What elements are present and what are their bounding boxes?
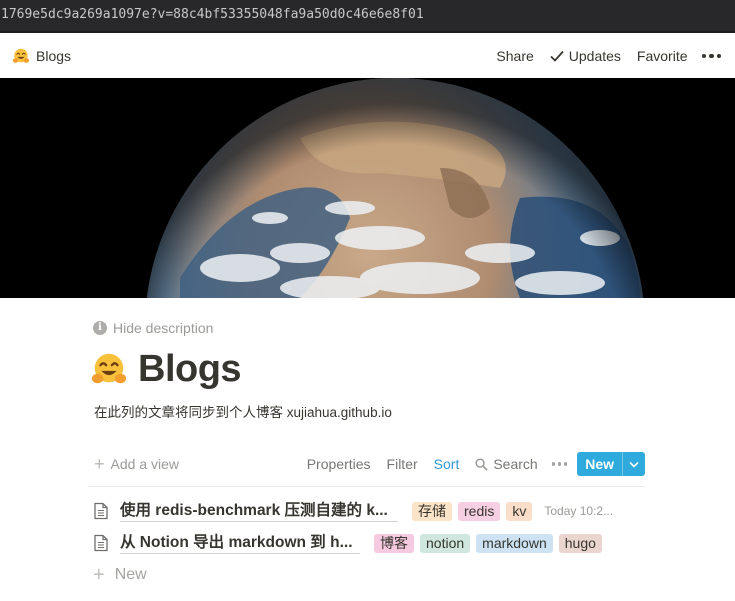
tag: redis — [458, 501, 501, 521]
hugging-face-icon[interactable] — [90, 350, 128, 388]
document-icon — [94, 502, 108, 520]
filter-button[interactable]: Filter — [379, 456, 426, 472]
hugging-face-icon — [12, 48, 30, 63]
page-header: Blogs — [90, 346, 242, 392]
row-title[interactable]: 使用 redis-benchmark 压测自建的 k... — [120, 501, 398, 522]
new-row-label: New — [114, 566, 147, 583]
add-view-button[interactable]: + Add a view — [88, 455, 179, 473]
search-button[interactable]: Search — [467, 456, 545, 472]
address-bar[interactable]: 1769e5dc9a269a1097e?v=88c4bf53355048fa9a… — [0, 0, 735, 33]
favorite-button[interactable]: Favorite — [629, 48, 696, 64]
updates-label: Updates — [568, 48, 621, 64]
new-row-button[interactable]: + New — [88, 562, 147, 588]
page-title[interactable]: Blogs — [138, 348, 242, 391]
list-item[interactable]: 使用 redis-benchmark 压测自建的 k... 存储 redis k… — [88, 496, 645, 526]
cover-image[interactable] — [0, 78, 735, 298]
row-title[interactable]: 从 Notion 导出 markdown 到 h... — [120, 533, 360, 554]
tag: 存储 — [412, 501, 452, 521]
search-icon — [475, 457, 489, 471]
row-date: Today 10:2... — [544, 504, 614, 518]
breadcrumb-title: Blogs — [36, 48, 72, 64]
url-text: 1769e5dc9a269a1097e?v=88c4bf53355048fa9a… — [1, 7, 424, 22]
chevron-down-icon[interactable] — [622, 452, 645, 476]
list-item[interactable]: 从 Notion 导出 markdown 到 h... 博客 notion ma… — [88, 528, 645, 558]
info-icon: i — [93, 321, 107, 335]
new-button[interactable]: New — [577, 452, 645, 476]
new-button-label: New — [585, 456, 614, 472]
page-topbar: Blogs Share Updates Favorite — [0, 33, 735, 78]
hide-description-button[interactable]: i Hide description — [93, 319, 213, 337]
breadcrumb[interactable]: Blogs — [12, 45, 71, 67]
top-actions: Share Updates Favorite — [488, 45, 725, 67]
tag: 博客 — [374, 533, 414, 553]
updates-button[interactable]: Updates — [542, 48, 629, 64]
favorite-label: Favorite — [636, 48, 688, 64]
hide-description-label: Hide description — [113, 320, 214, 336]
plus-icon: + — [93, 564, 105, 586]
page-description[interactable]: 在此列的文章将同步到个人博客 xujiahua.github.io — [94, 401, 392, 421]
tag: markdown — [476, 533, 553, 553]
document-icon — [94, 534, 108, 552]
toolbar-divider — [88, 486, 645, 487]
share-label: Share — [496, 48, 534, 64]
earth-image — [0, 78, 735, 298]
check-icon — [550, 50, 564, 62]
more-icon[interactable] — [546, 462, 576, 466]
add-view-label: Add a view — [110, 456, 179, 472]
tag: notion — [420, 533, 471, 553]
share-button[interactable]: Share — [488, 48, 541, 64]
tag: hugo — [558, 533, 602, 553]
properties-button[interactable]: Properties — [299, 456, 379, 472]
sort-button[interactable]: Sort — [426, 456, 468, 472]
search-label: Search — [493, 456, 538, 472]
more-options-icon[interactable] — [696, 53, 726, 59]
plus-icon: + — [94, 454, 105, 474]
tag: kv — [506, 501, 533, 521]
database-toolbar: + Add a view Properties Filter Sort Sear… — [88, 450, 645, 478]
toolbar-actions: Properties Filter Sort Search New — [299, 452, 645, 476]
